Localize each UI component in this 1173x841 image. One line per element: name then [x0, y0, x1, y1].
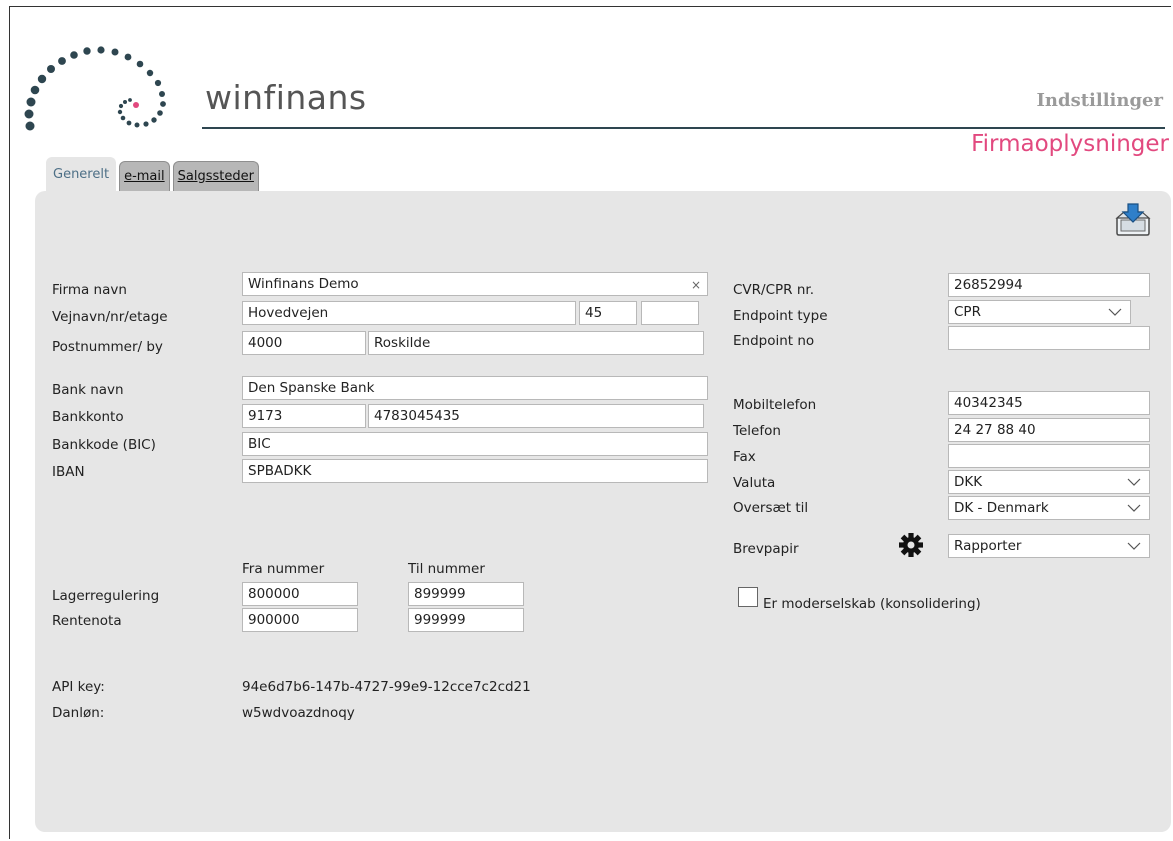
interest-note-to-input[interactable]: 999999	[408, 608, 524, 632]
phone-input[interactable]: 24 27 88 40	[948, 418, 1150, 442]
chevron-down-icon	[1127, 542, 1141, 550]
mobile-input[interactable]: 40342345	[948, 391, 1150, 415]
fax-input[interactable]	[948, 444, 1150, 468]
page-title: Firmaoplysninger	[971, 131, 1169, 157]
endpoint-no-label: Endpoint no	[733, 333, 815, 349]
save-tray-icon[interactable]	[1114, 200, 1152, 238]
company-name-label: Firma navn	[52, 282, 127, 298]
endpoint-type-value: CPR	[954, 304, 981, 320]
zip-input[interactable]: 4000	[242, 331, 366, 355]
tab-generelt[interactable]: Generelt	[46, 157, 117, 191]
translate-label: Oversæt til	[733, 500, 809, 516]
api-key-label: API key:	[52, 679, 105, 695]
endpoint-type-label: Endpoint type	[733, 308, 828, 324]
street-label: Vejnavn/nr/etage	[52, 309, 168, 325]
currency-select[interactable]: DKK	[948, 470, 1150, 494]
danlon-value: w5wdvoazdnoqy	[242, 705, 355, 721]
letterhead-value: Rapporter	[954, 538, 1022, 554]
mobile-label: Mobiltelefon	[733, 397, 817, 413]
bank-reg-input[interactable]: 9173	[242, 404, 366, 428]
to-number-header: Til nummer	[408, 561, 485, 577]
iban-label: IBAN	[52, 464, 85, 480]
company-name-value: Winfinans Demo	[248, 276, 359, 292]
danlon-label: Danløn:	[52, 705, 105, 721]
header-divider	[202, 127, 1165, 129]
phone-label: Telefon	[733, 423, 781, 439]
street-input[interactable]: Hovedvejen	[242, 301, 576, 325]
iban-input[interactable]: SPBADKK	[242, 459, 708, 483]
fax-label: Fax	[733, 449, 756, 465]
clear-icon[interactable]: ×	[691, 276, 701, 294]
city-input[interactable]: Roskilde	[368, 331, 704, 355]
translate-select[interactable]: DK - Denmark	[948, 496, 1150, 520]
letterhead-select[interactable]: Rapporter	[948, 534, 1150, 558]
stock-adjustment-from-input[interactable]: 800000	[242, 582, 358, 606]
parent-company-label: Er moderselskab (konsolidering)	[763, 596, 981, 612]
bank-name-input[interactable]: Den Spanske Bank	[242, 376, 708, 400]
interest-note-from-input[interactable]: 900000	[242, 608, 358, 632]
bank-name-label: Bank navn	[52, 382, 124, 398]
letterhead-label: Brevpapir	[733, 541, 799, 557]
winfinans-logo-icon	[24, 46, 166, 131]
parent-company-checkbox[interactable]	[738, 587, 758, 607]
chevron-down-icon	[1127, 504, 1141, 512]
street-number-input[interactable]: 45	[579, 301, 637, 325]
stock-adjustment-label: Lagerregulering	[52, 588, 160, 604]
from-number-header: Fra nummer	[242, 561, 325, 577]
interest-note-label: Rentenota	[52, 613, 122, 629]
company-name-input[interactable]: Winfinans Demo ×	[242, 272, 708, 296]
chevron-down-icon	[1127, 478, 1141, 486]
currency-label: Valuta	[733, 475, 776, 491]
bank-account-label: Bankkonto	[52, 409, 124, 425]
tab-salgssteder[interactable]: Salgssteder	[172, 161, 259, 191]
cvr-label: CVR/CPR nr.	[733, 282, 814, 298]
floor-input[interactable]	[641, 301, 699, 325]
gear-icon[interactable]	[898, 532, 924, 558]
brand-name: winfinans	[205, 78, 367, 117]
api-key-value: 94e6d7b6-147b-4727-99e9-12cce7c2cd21	[242, 679, 531, 695]
cvr-input[interactable]: 26852994	[948, 273, 1150, 297]
stock-adjustment-to-input[interactable]: 899999	[408, 582, 524, 606]
postal-label: Postnummer/ by	[52, 339, 163, 355]
chevron-down-icon	[1108, 308, 1122, 316]
tab-bar: Generelt e-mail Salgssteder	[46, 157, 262, 191]
bank-account-input[interactable]: 4783045435	[368, 404, 704, 428]
tab-email[interactable]: e-mail	[119, 161, 170, 191]
currency-value: DKK	[954, 474, 983, 490]
bic-input[interactable]: BIC	[242, 432, 708, 456]
translate-value: DK - Denmark	[954, 500, 1049, 516]
section-title: Indstillinger	[1036, 90, 1163, 111]
endpoint-type-select[interactable]: CPR	[948, 300, 1131, 324]
endpoint-no-input[interactable]	[948, 326, 1150, 350]
bic-label: Bankkode (BIC)	[52, 437, 156, 453]
